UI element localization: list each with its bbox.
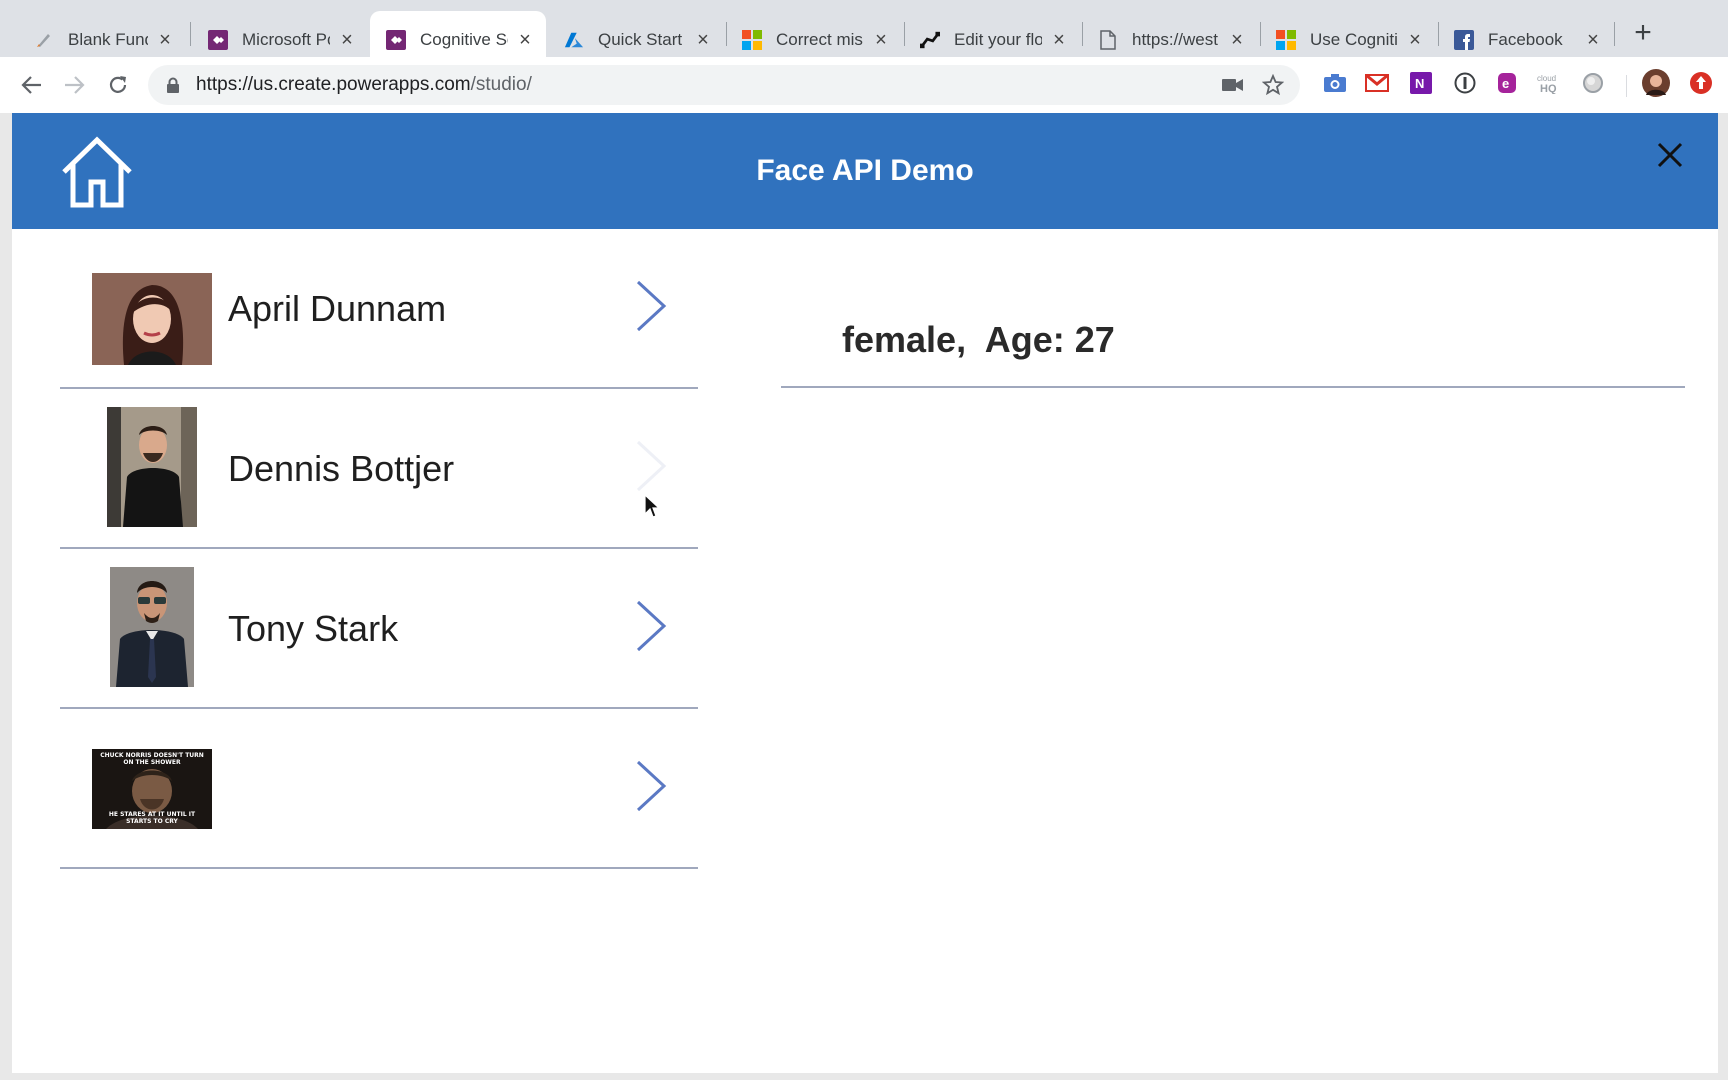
onenote-icon[interactable]: N [1408,70,1434,96]
face-result-text: female, Age: 27 [842,319,1115,360]
update-icon[interactable] [1688,70,1714,96]
age-value: 27 [1074,319,1115,360]
close-tab-icon[interactable]: × [1228,30,1246,50]
tab-title: Microsoft Pc [242,29,330,49]
app-canvas: Face API Demo April Dunnam Dennis Bottje… [12,113,1718,1073]
person-photo-dennis [107,407,197,527]
powerapps-icon [386,29,406,50]
forward-button[interactable] [56,67,92,103]
meme-top-text: CHUCK NORRIS DOESN'T TURN ON THE SHOWER [100,752,204,766]
profile-avatar[interactable] [1642,69,1670,97]
chevron-right-icon[interactable] [634,439,668,493]
page-title: Face API Demo [756,154,974,187]
person-photo-meme: CHUCK NORRIS DOESN'T TURN ON THE SHOWER … [92,749,212,829]
gallery-row-meme[interactable]: CHUCK NORRIS DOESN'T TURN ON THE SHOWER … [60,709,698,869]
close-tab-icon[interactable]: × [872,30,890,50]
home-icon[interactable] [60,136,134,208]
url-text: https://us.create.powerapps.com/studio/ [196,74,532,96]
flow-icon [920,30,940,50]
lock-icon [167,77,179,93]
url-path: /studio/ [470,74,532,95]
bookmark-star-icon[interactable] [1262,65,1284,105]
gallery-row-tony-stark[interactable]: Tony Stark [60,549,698,709]
tab-title: Use Cogniti [1310,29,1398,49]
toolbar-divider [1626,75,1627,97]
gallery-row-dennis-bottjer[interactable]: Dennis Bottjer [60,389,698,549]
document-icon [1098,29,1118,50]
svg-text:HQ: HQ [1540,83,1557,94]
person-name: Dennis Bottjer [228,448,455,489]
person-name: April Dunnam [228,288,447,329]
app-header: Face API Demo [12,113,1718,229]
tab-title: Facebook [1488,29,1563,49]
camera-blocked-icon[interactable] [1222,65,1244,105]
reload-icon [109,76,127,93]
browser-toolbar: https://us.create.powerapps.com/studio/ … [0,57,1728,113]
camera-icon[interactable] [1322,70,1348,96]
azure-icon [564,30,584,50]
microsoft-icon [742,29,762,50]
forward-arrow-icon [65,76,85,94]
tab-title: Correct mis [776,29,863,49]
chevron-right-icon[interactable] [634,279,668,333]
close-tab-icon[interactable]: × [1584,30,1602,50]
tab-title: https://west [1132,29,1218,49]
address-bar[interactable]: https://us.create.powerapps.com/studio/ [148,65,1300,105]
url-host: https://us.create.powerapps.com [196,74,471,95]
chevron-right-icon[interactable] [634,759,668,813]
back-button[interactable] [14,67,50,103]
close-tab-icon[interactable]: × [1406,30,1424,50]
tab-title: Cognitive Se [420,29,508,49]
chevron-right-icon[interactable] [634,599,668,653]
reload-button[interactable] [100,67,136,103]
svg-text:N: N [1415,76,1424,91]
gmail-icon[interactable] [1364,70,1390,96]
close-tab-icon[interactable]: × [516,30,534,50]
microsoft-icon [1276,29,1296,50]
close-icon[interactable] [1655,140,1685,170]
gender-value: female [842,319,957,360]
svg-text:e: e [1502,76,1509,91]
tab-title: Blank Fundr [68,29,148,49]
close-tab-icon[interactable]: × [694,30,712,50]
close-tab-icon[interactable]: × [338,30,356,50]
person-name: Tony Stark [228,608,399,649]
svg-text:cloud: cloud [1537,74,1556,83]
powerapps-icon [208,29,228,50]
evernote-icon[interactable]: e [1494,70,1520,96]
person-photo-tony [110,567,194,687]
new-tab-button[interactable]: + [1628,18,1658,48]
tab-title: Quick Start [598,29,683,49]
tab-title: Edit your flo [954,29,1042,49]
close-tab-icon[interactable]: × [1050,30,1068,50]
1password-icon[interactable] [1452,70,1478,96]
meme-bottom-text: HE STARES AT IT UNTIL IT STARTS TO CRY [108,811,196,825]
cloudhq-icon[interactable]: cloud HQ [1536,70,1562,96]
circle-icon[interactable] [1580,70,1606,96]
pen-icon [34,30,54,50]
face-detail-panel: female, Age: 27 [781,229,1685,388]
age-label: Age: [984,319,1065,360]
close-tab-icon[interactable]: × [156,30,174,50]
gallery-row-april-dunnam[interactable]: April Dunnam [60,229,698,389]
tab-divider [190,22,191,46]
back-arrow-icon [21,76,41,94]
tab-divider [1614,22,1615,46]
facebook-icon [1454,29,1474,50]
mouse-cursor-icon [644,494,660,518]
person-photo-april [92,273,212,365]
